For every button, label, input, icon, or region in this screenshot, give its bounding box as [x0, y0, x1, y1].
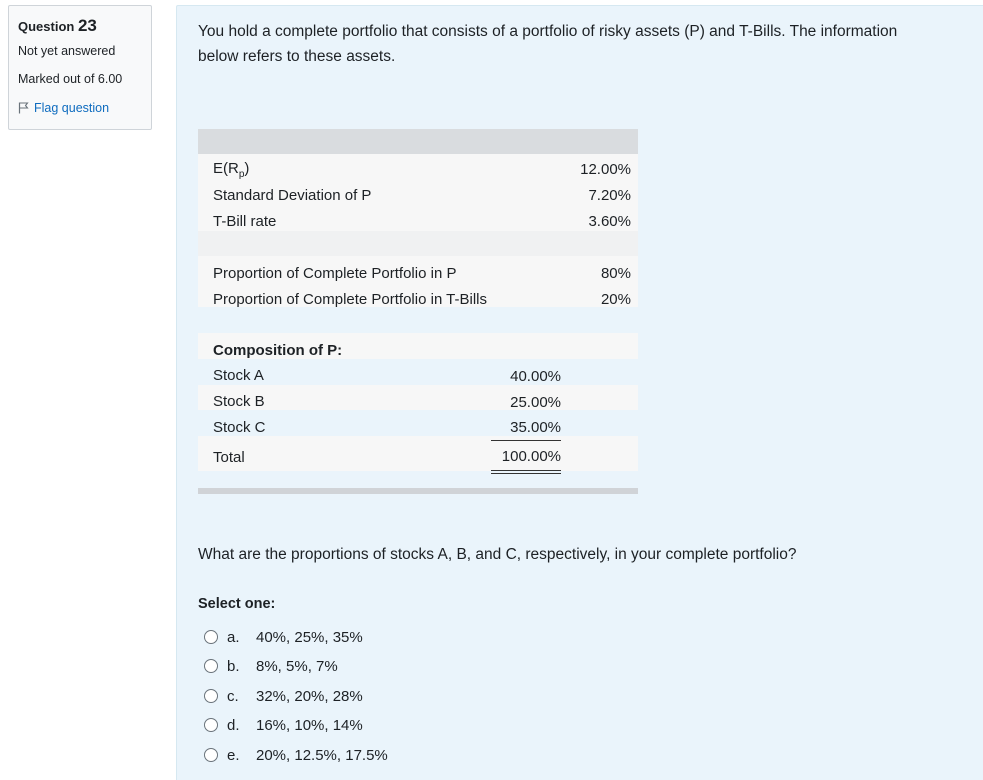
question-prompt: What are the proportions of stocks A, B,… — [198, 546, 797, 563]
expected-return-label: E(Rp) — [213, 160, 250, 180]
flag-icon — [18, 102, 29, 114]
answer-option-a[interactable]: a. 40%, 25%, 35% — [204, 626, 363, 648]
prop-tbills-value: 20% — [600, 291, 631, 308]
option-text: 20%, 12.5%, 17.5% — [256, 746, 388, 764]
option-text: 32%, 20%, 28% — [256, 687, 363, 705]
option-letter: d. — [227, 716, 240, 734]
prop-p-label: Proportion of Complete Portfolio in P — [213, 265, 457, 282]
flag-question-label: Flag question — [34, 101, 110, 115]
stock-b-value: 25.00% — [510, 394, 561, 411]
option-text: 40%, 25%, 35% — [256, 628, 363, 646]
answer-option-e[interactable]: e. 20%, 12.5%, 17.5% — [204, 744, 388, 766]
max-mark: Marked out of 6.00 — [18, 72, 123, 86]
table-header-bar — [198, 129, 638, 154]
table-band-gap — [198, 231, 638, 256]
composition-heading: Composition of P: — [213, 342, 343, 359]
option-letter: b. — [227, 657, 240, 675]
std-dev-label: Standard Deviation of P — [213, 187, 372, 204]
question-intro: You hold a complete portfolio that consi… — [198, 19, 958, 69]
stock-a-value: 40.00% — [510, 368, 561, 385]
option-text: 16%, 10%, 14% — [256, 716, 363, 734]
question-info-panel: Question 23 Not yet answered Marked out … — [8, 5, 152, 130]
tbill-rate-value: 3.60% — [588, 213, 631, 230]
stock-a-label: Stock A — [213, 367, 264, 384]
option-letter: c. — [227, 687, 239, 705]
prop-p-value: 80% — [600, 265, 631, 282]
prop-tbills-label: Proportion of Complete Portfolio in T-Bi… — [213, 291, 488, 308]
subtotal-rule — [491, 440, 561, 441]
question-label: Question — [18, 19, 75, 34]
select-one-label: Select one: — [198, 596, 276, 612]
stock-c-label: Stock C — [213, 419, 266, 436]
radio-button[interactable] — [204, 689, 218, 703]
radio-button[interactable] — [204, 659, 218, 673]
total-label: Total — [213, 449, 245, 466]
stock-c-value: 35.00% — [510, 419, 561, 436]
radio-button[interactable] — [204, 630, 218, 644]
table-band-5 — [198, 436, 638, 471]
flag-question-link[interactable]: Flag question — [18, 98, 151, 118]
total-double-rule-bottom — [491, 473, 561, 474]
question-intro-line-2: below refers to these assets. — [198, 48, 396, 65]
stock-b-label: Stock B — [213, 393, 265, 410]
total-double-rule-top — [491, 470, 561, 471]
question-formulation: You hold a complete portfolio that consi… — [176, 5, 983, 780]
answer-option-d[interactable]: d. 16%, 10%, 14% — [204, 714, 363, 736]
question-number: 23 — [77, 16, 97, 35]
answer-state: Not yet answered — [18, 44, 116, 58]
total-value: 100.00% — [501, 448, 561, 465]
option-text: 8%, 5%, 7% — [256, 657, 338, 675]
table-footer-bar — [198, 488, 638, 494]
tbill-rate-label: T-Bill rate — [213, 213, 277, 230]
option-letter: a. — [227, 628, 240, 646]
radio-button[interactable] — [204, 748, 218, 762]
answer-option-b[interactable]: b. 8%, 5%, 7% — [204, 655, 338, 677]
radio-button[interactable] — [204, 718, 218, 732]
question-number-heading: Question 23 — [18, 14, 151, 38]
expected-return-value: 12.00% — [580, 161, 631, 178]
option-letter: e. — [227, 746, 240, 764]
std-dev-value: 7.20% — [588, 187, 631, 204]
answer-option-c[interactable]: c. 32%, 20%, 28% — [204, 685, 363, 707]
question-intro-line-1: You hold a complete portfolio that consi… — [198, 23, 898, 40]
